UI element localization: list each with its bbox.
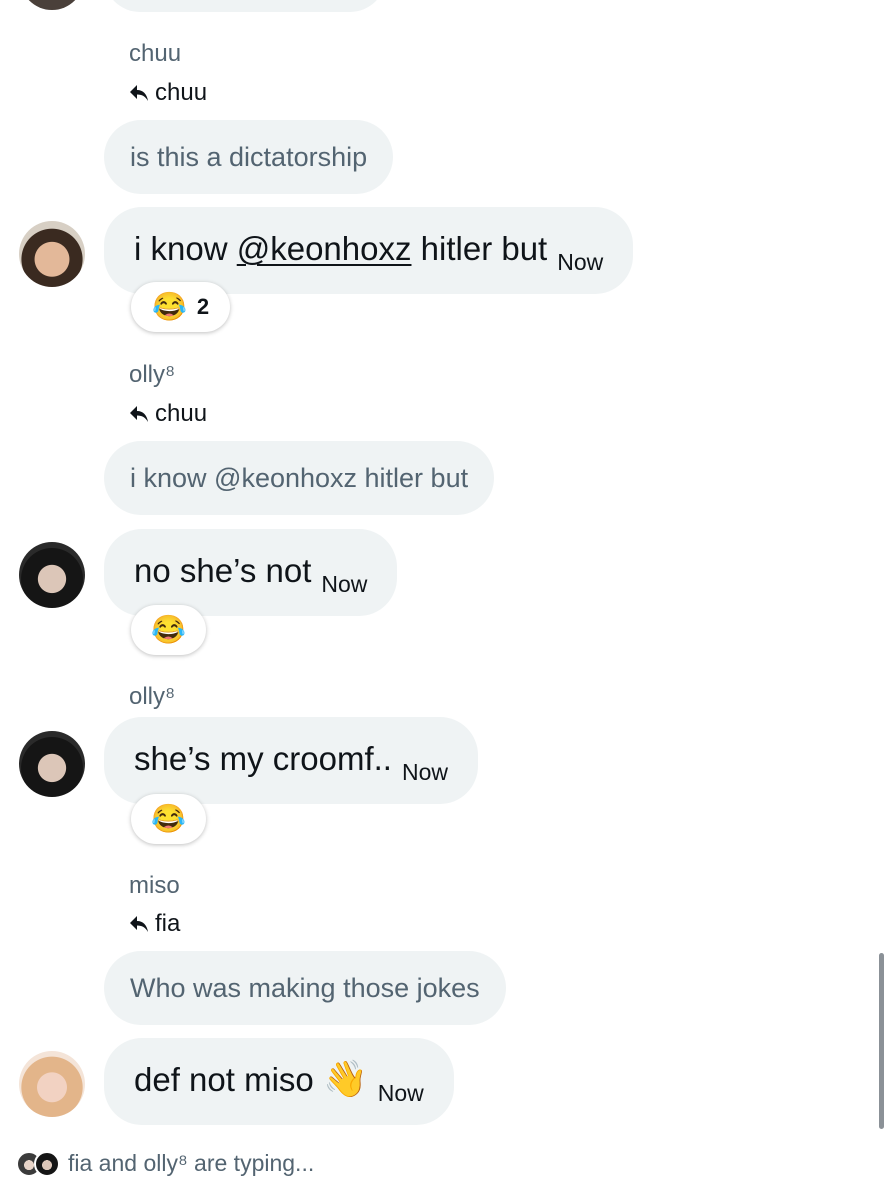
laughing-emoji-icon: 😂 xyxy=(151,291,187,322)
avatar[interactable] xyxy=(19,221,85,287)
timestamp: Now xyxy=(321,571,368,597)
message-bubble[interactable]: no she’s not Now xyxy=(104,529,398,616)
timestamp: Now xyxy=(401,759,448,785)
sender-name: miso xyxy=(129,872,180,899)
reply-target: fia xyxy=(155,910,181,937)
message-bubble-partial xyxy=(104,0,386,12)
reaction-badge[interactable]: 😂 2 xyxy=(131,282,230,332)
message-text: she’s my croomf.. xyxy=(134,740,392,777)
laughing-emoji-icon: 😂 xyxy=(151,803,186,834)
mention-link[interactable]: @keonhoxz xyxy=(237,230,412,267)
typing-indicator: fia and olly⁸ are typing... xyxy=(16,1150,314,1177)
avatar[interactable] xyxy=(19,731,85,797)
reply-indicator: fia xyxy=(129,910,180,938)
message-text: i know xyxy=(134,230,237,267)
reply-target: chuu xyxy=(155,79,208,106)
reply-indicator: chuu xyxy=(129,79,207,107)
reply-arrow-icon xyxy=(130,85,148,101)
message-text: def not miso xyxy=(134,1061,314,1098)
timestamp: Now xyxy=(557,249,604,275)
reaction-count: 2 xyxy=(196,294,210,319)
message-text: no she’s not xyxy=(134,552,312,589)
reaction-badge[interactable]: 😂 xyxy=(131,605,206,655)
quoted-message[interactable]: Who was making those jokes xyxy=(104,951,506,1025)
sender-name: olly⁸ xyxy=(129,361,176,388)
sender-name: chuu xyxy=(129,40,182,67)
reply-arrow-icon xyxy=(130,406,148,422)
reaction-badge[interactable]: 😂 xyxy=(131,794,206,844)
quoted-message[interactable]: is this a dictatorship xyxy=(104,120,394,194)
reply-target: chuu xyxy=(155,400,208,427)
sender-name: olly⁸ xyxy=(129,683,176,710)
avatar[interactable] xyxy=(19,1051,85,1117)
reply-arrow-icon xyxy=(130,916,148,932)
message-text: hitler but xyxy=(411,230,548,267)
message-bubble[interactable]: she’s my croomf.. Now xyxy=(104,717,478,804)
message-bubble[interactable]: i know @keonhoxz hitler but Now xyxy=(104,207,634,294)
avatar xyxy=(34,1150,60,1177)
laughing-emoji-icon: 😂 xyxy=(151,614,186,645)
avatar-partial[interactable] xyxy=(20,0,84,10)
scrollbar[interactable] xyxy=(879,953,884,1129)
quoted-message[interactable]: i know @keonhoxz hitler but xyxy=(104,441,495,515)
typing-text: fia and olly⁸ are typing... xyxy=(68,1150,315,1176)
reply-indicator: chuu xyxy=(129,400,207,428)
waving-hand-emoji-icon: 👋 xyxy=(322,1058,368,1099)
timestamp: Now xyxy=(377,1080,424,1106)
message-bubble[interactable]: def not miso 👋 Now xyxy=(104,1038,454,1125)
avatar[interactable] xyxy=(19,542,85,608)
